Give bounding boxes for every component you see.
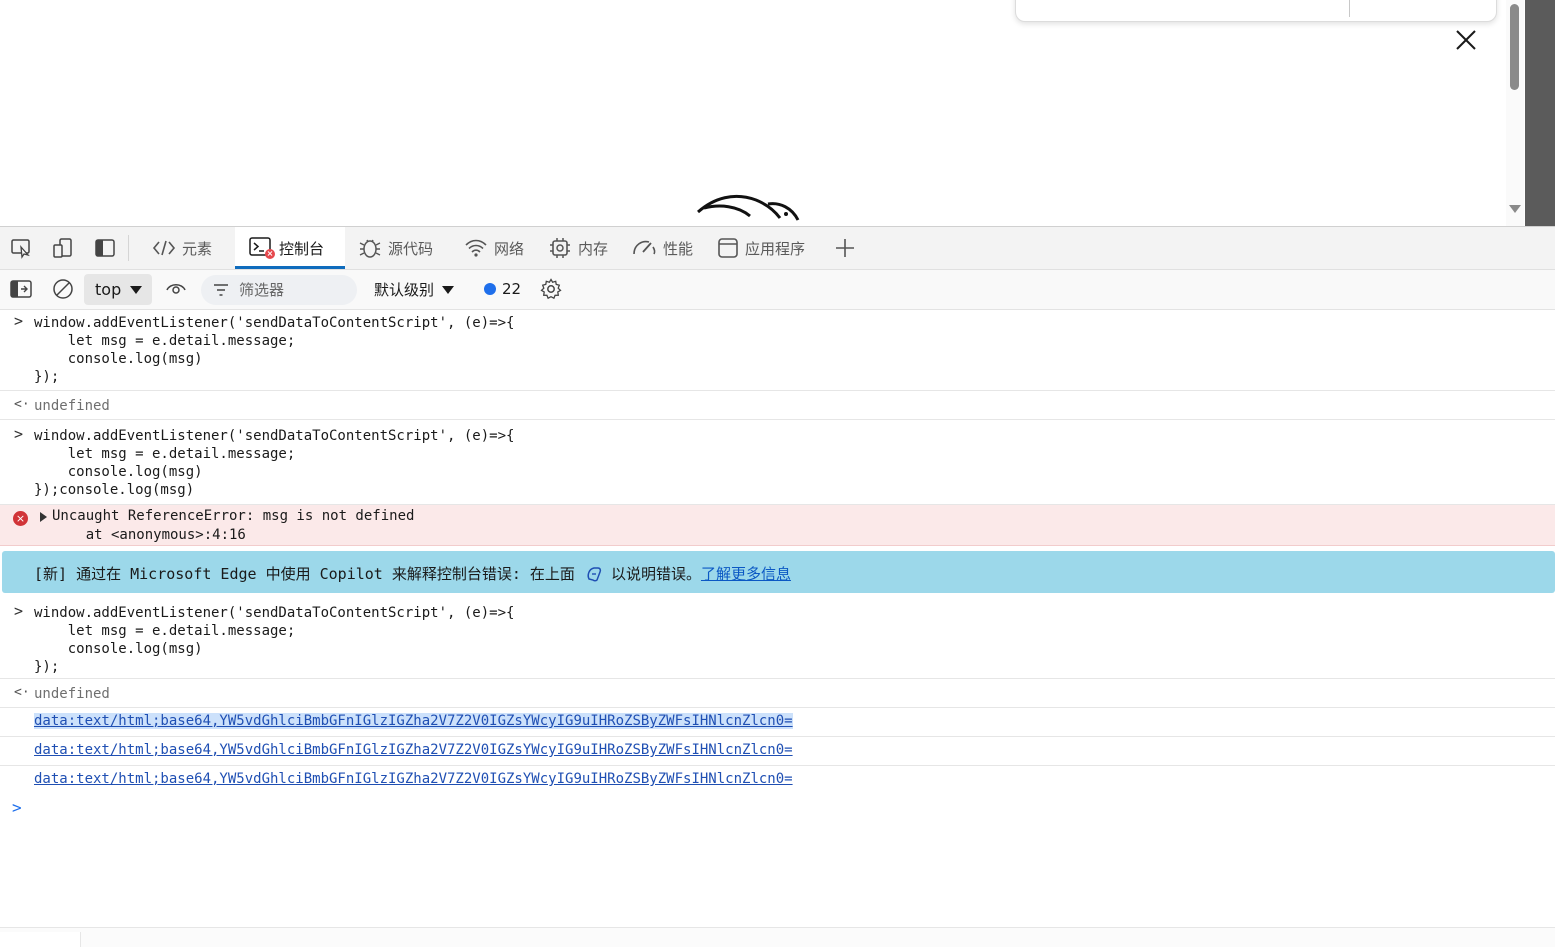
error-icon: ×	[13, 511, 28, 526]
scrollbar-thumb[interactable]	[1510, 4, 1519, 90]
return-arrow-icon: <·	[14, 397, 30, 412]
error-location[interactable]: at <anonymous>:4:16	[52, 526, 246, 544]
tab-label: 网络	[494, 239, 525, 258]
bird-logo-icon	[697, 194, 800, 221]
tab-label: 控制台	[279, 239, 325, 258]
context-value: top	[95, 280, 122, 299]
copilot-banner: [新] 通过在 Microsoft Edge 中使用 Copilot 来解释控制…	[2, 551, 1555, 593]
scroll-down-arrow-icon[interactable]	[1509, 205, 1521, 213]
tab-application[interactable]: 应用程序	[717, 227, 815, 269]
page-viewport	[0, 0, 1555, 226]
console-log-entry: data:text/html;base64,YW5vdGhlciBmbGFnIG…	[0, 736, 1555, 766]
error-badge-icon: ×	[265, 249, 275, 259]
tab-label: 源代码	[388, 239, 434, 258]
data-url-link[interactable]: data:text/html;base64,YW5vdGhlciBmbGFnIG…	[34, 771, 793, 787]
console-output: > window.addEventListener('sendDataToCon…	[0, 310, 1555, 947]
active-tab-indicator	[235, 266, 345, 269]
window-icon	[718, 238, 738, 258]
gear-icon[interactable]	[540, 278, 562, 300]
message-bubble-icon	[484, 283, 496, 295]
tab-label: 元素	[182, 239, 213, 258]
banner-content: [新] 通过在 Microsoft Edge 中使用 Copilot 来解释控制…	[34, 563, 791, 584]
console-error-entry: × Uncaught ReferenceError: msg is not de…	[0, 505, 1555, 546]
banner-text: [新] 通过在 Microsoft Edge 中使用 Copilot 来解释控制…	[34, 565, 575, 583]
learn-more-link[interactable]: 了解更多信息	[701, 563, 791, 584]
tab-memory[interactable]: 内存	[548, 227, 614, 269]
log-level-value: 默认级别	[374, 281, 435, 299]
filter-icon	[214, 284, 228, 296]
live-expression-eye-icon[interactable]	[165, 278, 187, 300]
page-scrollbar[interactable]	[1506, 0, 1524, 226]
chevron-down-icon	[442, 285, 455, 294]
chip-icon	[550, 238, 570, 258]
code-icon	[152, 240, 176, 256]
code-text: window.addEventListener('sendDataToConte…	[34, 315, 515, 385]
console-input-entry: > window.addEventListener('sendDataToCon…	[0, 419, 1555, 505]
bug-icon	[359, 239, 381, 258]
page-popup	[1015, 0, 1497, 22]
popup-divider	[1349, 0, 1350, 17]
devtools-tab-bar: 元素 × 控制台 源代码 网络 内存 性能 应用程序	[0, 227, 1555, 270]
input-chevron-icon: >	[14, 425, 24, 443]
context-selector[interactable]: top	[84, 274, 152, 305]
sidebar-toggle-icon[interactable]	[10, 278, 32, 300]
toolbar-divider	[128, 235, 129, 261]
return-arrow-icon: <·	[14, 685, 30, 700]
clear-console-icon[interactable]	[52, 278, 74, 300]
message-count-badge[interactable]: 22	[484, 280, 521, 298]
result-text: undefined	[34, 686, 110, 702]
device-emulation-icon[interactable]	[52, 237, 74, 259]
console-result-entry: <· undefined	[0, 678, 1555, 708]
message-count: 22	[502, 280, 522, 298]
close-icon[interactable]	[1452, 26, 1480, 54]
input-chevron-icon: >	[14, 602, 24, 620]
devtools-panel: 元素 × 控制台 源代码 网络 内存 性能 应用程序 top 筛选器 默认级别 …	[0, 226, 1555, 947]
tab-elements[interactable]: 元素	[152, 227, 220, 269]
data-url-link[interactable]: data:text/html;base64,YW5vdGhlciBmbGFnIG…	[34, 713, 793, 729]
error-message: Uncaught ReferenceError: msg is not defi…	[52, 508, 415, 524]
console-prompt-icon[interactable]: >	[12, 798, 22, 817]
console-result-entry: <· undefined	[0, 390, 1555, 420]
tab-sources[interactable]: 源代码	[358, 227, 450, 269]
tab-network[interactable]: 网络	[464, 227, 530, 269]
dock-side-icon[interactable]	[94, 237, 116, 259]
code-text: window.addEventListener('sendDataToConte…	[34, 428, 515, 498]
tab-label: 应用程序	[745, 239, 806, 258]
wifi-icon	[465, 239, 487, 257]
console-icon: ×	[249, 237, 275, 259]
console-input-entry: > window.addEventListener('sendDataToCon…	[0, 596, 1555, 679]
tab-label: 内存	[578, 239, 609, 258]
tab-performance[interactable]: 性能	[631, 227, 697, 269]
drawer-strip	[0, 927, 1555, 947]
data-url-link[interactable]: data:text/html;base64,YW5vdGhlciBmbGFnIG…	[34, 742, 793, 758]
drawer-tab[interactable]	[0, 932, 81, 947]
filter-input[interactable]	[237, 280, 351, 300]
add-tool-icon[interactable]	[834, 237, 856, 259]
gauge-icon	[633, 240, 656, 255]
tab-label: 性能	[663, 239, 694, 258]
tab-console[interactable]: × 控制台	[235, 227, 345, 269]
log-level-dropdown[interactable]: 默认级别	[374, 279, 455, 300]
console-toolbar: top 默认级别 22	[0, 270, 1555, 310]
window-edge	[1525, 0, 1555, 226]
banner-text-after: 以说明错误。	[610, 565, 701, 583]
code-text: window.addEventListener('sendDataToConte…	[34, 605, 515, 675]
expand-triangle-icon[interactable]	[40, 512, 47, 522]
input-chevron-icon: >	[14, 312, 24, 330]
copilot-icon	[587, 566, 602, 581]
result-text: undefined	[34, 398, 110, 414]
console-log-entry: data:text/html;base64,YW5vdGhlciBmbGFnIG…	[0, 707, 1555, 737]
chevron-down-icon	[130, 285, 143, 294]
console-log-entry: data:text/html;base64,YW5vdGhlciBmbGFnIG…	[0, 765, 1555, 794]
inspect-element-icon[interactable]	[10, 237, 32, 259]
console-input-entry: > window.addEventListener('sendDataToCon…	[0, 310, 1555, 391]
filter-box[interactable]	[201, 275, 357, 305]
